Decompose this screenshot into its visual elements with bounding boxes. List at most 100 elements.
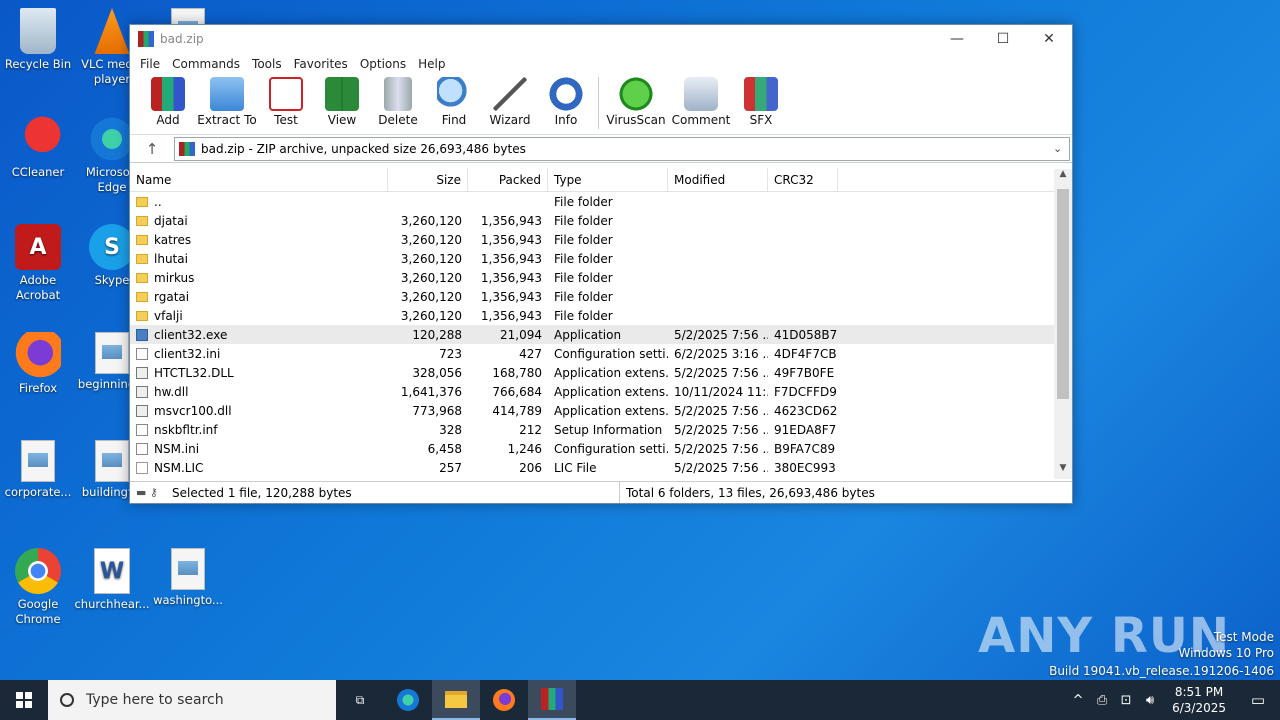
file-name: msvcr100.dll (154, 403, 232, 418)
chevron-down-icon[interactable]: ⌄ (1053, 142, 1069, 155)
vertical-scrollbar[interactable]: ▲ ▼ (1054, 169, 1072, 479)
desktop-icon-churchhear[interactable]: W churchhear... (74, 548, 150, 612)
menu-file[interactable]: File (134, 57, 166, 71)
cell-name: client32.exe (130, 325, 388, 344)
table-row[interactable]: nskbfltr.inf 328 212 Setup Information 5/2/2… (130, 420, 1072, 439)
title-bar[interactable]: bad.zip — ☐ ✕ (130, 25, 1072, 53)
column-header-type[interactable]: Type (548, 168, 668, 192)
table-row[interactable]: .. File folder (130, 192, 1072, 211)
desktop-icon-firefox[interactable]: Firefox (0, 332, 76, 396)
taskbar-firefox[interactable] (480, 680, 528, 720)
cell-type: Application extens... (554, 384, 668, 399)
scrollbar-thumb[interactable] (1057, 189, 1069, 399)
start-button[interactable] (0, 680, 48, 720)
desktop-icon-ccleaner[interactable]: CCleaner (0, 116, 76, 180)
taskbar: Type here to search ⧉ ^ ⎙ ⊡ 🔊︎ 8:51 PM 6… (0, 680, 1280, 720)
maximize-button[interactable]: ☐ (980, 25, 1026, 53)
winrar-icon (541, 688, 563, 710)
clock-time: 8:51 PM (1174, 685, 1224, 699)
task-view-button[interactable]: ⧉ (336, 680, 384, 720)
table-row[interactable]: HTCTL32.DLL 328,056 168,780 Application ext… (130, 363, 1072, 382)
cell-name: katres (130, 230, 388, 249)
device-icon[interactable]: ⎙ (1090, 693, 1114, 708)
volume-icon[interactable]: 🔊︎ (1138, 693, 1162, 708)
table-row[interactable]: vfalji 3,260,120 1,356,943 File folder (130, 306, 1072, 325)
menu-favorites[interactable]: Favorites (288, 57, 354, 71)
view-button[interactable]: View (314, 75, 370, 127)
minimize-button[interactable]: — (934, 25, 980, 53)
cell-name: vfalji (130, 306, 388, 325)
comment-icon (684, 77, 718, 111)
close-button[interactable]: ✕ (1026, 25, 1072, 53)
find-button[interactable]: Find (426, 75, 482, 127)
wizard-button[interactable]: Wizard (482, 75, 538, 127)
cell-packed: 414,789 (492, 403, 542, 418)
table-row[interactable]: client32.ini 723 427 Configuration setti...… (130, 344, 1072, 363)
table-row[interactable]: NSM.ini 6,458 1,246 Configuration setti... 5… (130, 439, 1072, 458)
table-row[interactable]: rgatai 3,260,120 1,356,943 File folder (130, 287, 1072, 306)
table-row[interactable]: client32.exe 120,288 21,094 Application 5/2/… (130, 325, 1072, 344)
watermark-line3: Build 19041.vb_release.191206-1406 (1049, 664, 1274, 678)
column-header-crc32[interactable]: CRC32 (768, 168, 838, 192)
folder-icon (136, 196, 148, 207)
cell-size: 1,641,376 (400, 384, 462, 399)
cell-crc (768, 211, 838, 230)
cell-type: File folder (554, 232, 613, 247)
folder-icon (445, 690, 467, 708)
menu-tools[interactable]: Tools (246, 57, 288, 71)
column-header-size[interactable]: Size (388, 168, 468, 192)
desktop-icon-chrome[interactable]: Google Chrome (0, 548, 76, 627)
image-file-icon (95, 440, 129, 482)
up-arrow-icon[interactable]: ↑ (130, 140, 174, 158)
taskbar-edge[interactable] (384, 680, 432, 720)
table-row[interactable]: katres 3,260,120 1,356,943 File folder (130, 230, 1072, 249)
table-row[interactable]: mirkus 3,260,120 1,356,943 File folder (130, 268, 1072, 287)
desktop-icon-recycle-bin[interactable]: Recycle Bin (0, 8, 76, 72)
file-name: djatai (154, 213, 188, 228)
table-row[interactable]: msvcr100.dll 773,968 414,789 Application ex… (130, 401, 1072, 420)
taskbar-search[interactable]: Type here to search (48, 680, 336, 720)
path-dropdown[interactable]: bad.zip - ZIP archive, unpacked size 26,… (174, 136, 1070, 161)
column-header-packed[interactable]: Packed (468, 168, 548, 192)
notification-icon[interactable]: ▭ (1236, 691, 1280, 709)
taskbar-winrar[interactable] (528, 680, 576, 720)
file-name: NSM.ini (154, 441, 200, 456)
comment-button[interactable]: Comment (669, 75, 733, 127)
table-row[interactable]: djatai 3,260,120 1,356,943 File folder (130, 211, 1072, 230)
table-row[interactable]: hw.dll 1,641,376 766,684 Application extens… (130, 382, 1072, 401)
clock[interactable]: 8:51 PM 6/3/2025 (1162, 684, 1236, 716)
taskbar-file-explorer[interactable] (432, 680, 480, 720)
info-button[interactable]: Info (538, 75, 594, 127)
clock-date: 6/3/2025 (1172, 701, 1226, 715)
desktop-icon-washingto[interactable]: washingto... (150, 548, 226, 608)
cell-packed: 1,356,943 (480, 213, 542, 228)
scroll-down-icon[interactable]: ▼ (1054, 463, 1072, 479)
virusscan-button[interactable]: VirusScan (603, 75, 669, 127)
extract-to-button[interactable]: Extract To (196, 75, 258, 127)
chevron-up-icon[interactable]: ^ (1066, 693, 1090, 708)
network-icon[interactable]: ⊡ (1114, 693, 1138, 708)
cell-type: Configuration setti... (554, 346, 668, 361)
menu-options[interactable]: Options (354, 57, 412, 71)
cell-size: 3,260,120 (400, 213, 462, 228)
add-button[interactable]: Add (140, 75, 196, 127)
column-header-name[interactable]: Name (130, 168, 388, 192)
sfx-button[interactable]: SFX (733, 75, 789, 127)
menu-help[interactable]: Help (412, 57, 451, 71)
cell-size: 3,260,120 (400, 251, 462, 266)
cell-name: .. (130, 192, 388, 211)
cell-modified: 5/2/2025 7:56 ... (674, 327, 768, 342)
cell-modified (668, 287, 768, 306)
delete-button[interactable]: Delete (370, 75, 426, 127)
desktop-icon-corporate[interactable]: corporate... (0, 440, 76, 500)
test-button[interactable]: Test (258, 75, 314, 127)
scroll-up-icon[interactable]: ▲ (1054, 169, 1072, 185)
column-header-modified[interactable]: Modified (668, 168, 768, 192)
file-name: nskbfltr.inf (154, 422, 218, 437)
table-row[interactable]: NSM.LIC 257 206 LIC File 5/2/2025 7:56 ... 38… (130, 458, 1072, 477)
desktop-icon-acrobat[interactable]: A Adobe Acrobat (0, 224, 76, 303)
menu-commands[interactable]: Commands (166, 57, 246, 71)
cell-crc: F7DCFFD9 (774, 384, 837, 399)
table-row[interactable]: lhutai 3,260,120 1,356,943 File folder (130, 249, 1072, 268)
cell-type: File folder (554, 289, 613, 304)
